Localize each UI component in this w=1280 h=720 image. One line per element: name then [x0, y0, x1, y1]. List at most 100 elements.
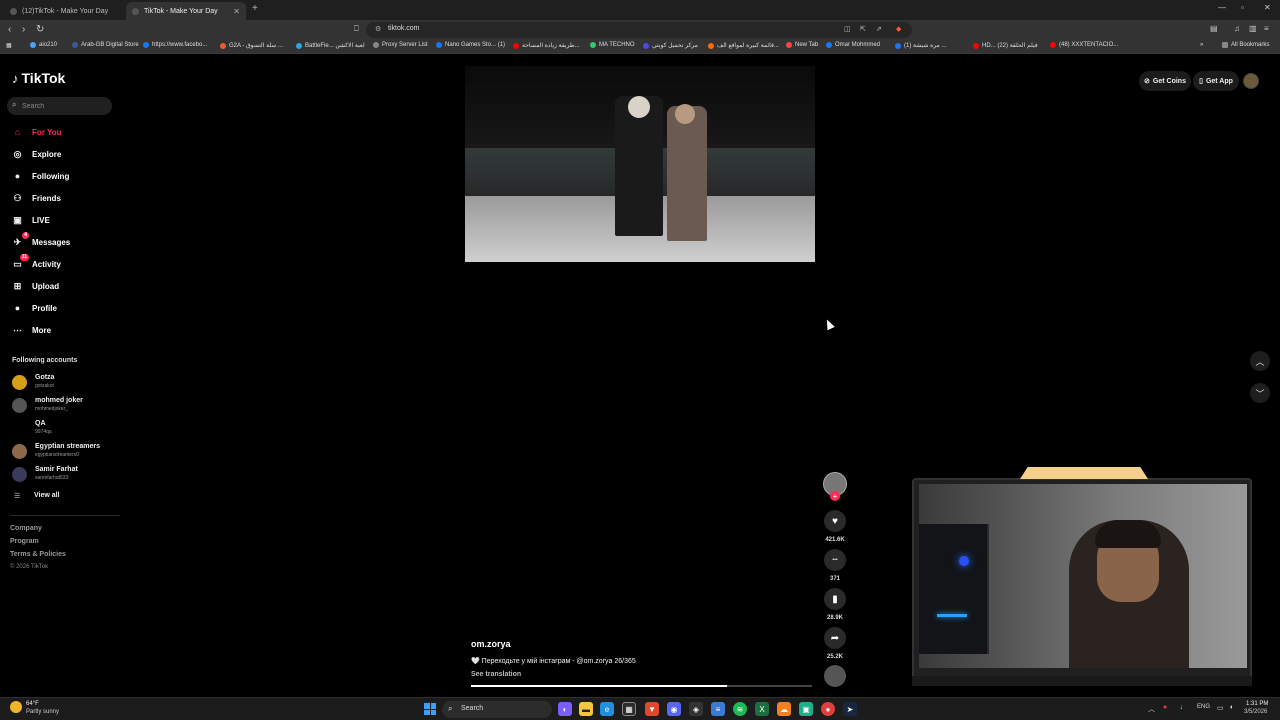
browser-tab[interactable]: (12)TikTok - Make Your Day: [4, 2, 124, 20]
browser-tab-active[interactable]: TikTok - Make Your Day ✕: [126, 2, 246, 20]
see-translation-link[interactable]: See translation: [471, 671, 521, 678]
reload-icon[interactable]: ↻: [36, 24, 44, 35]
copilot-icon[interactable]: ◐: [558, 702, 572, 716]
following-account[interactable]: QA 9974qa: [12, 418, 122, 438]
menu-icon[interactable]: ≡: [1264, 24, 1269, 33]
store-icon[interactable]: ▦: [622, 702, 636, 716]
forward-icon[interactable]: ›: [22, 24, 25, 35]
share-button[interactable]: ➦: [824, 627, 846, 649]
next-video-button[interactable]: ﹀: [1250, 383, 1270, 403]
sidebar-item-explore[interactable]: ◎ Explore: [11, 146, 62, 162]
brave-shield-icon[interactable]: ◆: [896, 25, 901, 33]
close-tab-icon[interactable]: ✕: [233, 7, 240, 16]
bookmark-item[interactable]: Omar Mohmmed: [826, 42, 880, 48]
close-window-icon[interactable]: ✕: [1264, 3, 1271, 12]
previous-video-button[interactable]: ︿: [1250, 351, 1270, 371]
bookmark-item[interactable]: New Tab: [786, 42, 818, 48]
get-app-button[interactable]: ▯ Get App: [1193, 71, 1239, 91]
brave-icon[interactable]: ▼: [645, 702, 659, 716]
maximize-icon[interactable]: ▫: [1241, 3, 1244, 12]
steam-icon[interactable]: ➤: [843, 702, 857, 716]
following-account[interactable]: mohmed joker mohmedjoker_: [12, 395, 122, 415]
all-bookmarks[interactable]: All Bookmarks: [1222, 42, 1269, 48]
excel-icon[interactable]: X: [755, 702, 769, 716]
weather-temperature[interactable]: 64°F: [26, 701, 39, 707]
weather-description[interactable]: Partly sunny: [26, 709, 59, 715]
taskbar-search[interactable]: ⌕ Search: [442, 701, 552, 718]
cloudflare-icon[interactable]: ☁: [777, 702, 791, 716]
sidebar-item-friends[interactable]: ⚇ Friends: [11, 190, 60, 206]
footer-company[interactable]: Company: [10, 525, 42, 532]
bookmark-page-icon[interactable]: ⎕: [354, 24, 359, 34]
bookmark-item[interactable]: aio210: [30, 42, 57, 48]
spotify-icon[interactable]: ≋: [733, 702, 747, 716]
site-info-icon[interactable]: ⚙: [375, 25, 381, 33]
media-control-icon[interactable]: ♫: [1234, 24, 1240, 33]
bookmark-item[interactable]: قائمة كبيرة لمواقع الف...: [708, 42, 779, 49]
search-box[interactable]: ⌕: [7, 97, 112, 115]
video-player[interactable]: [465, 66, 815, 262]
tiktok-logo[interactable]: ♪ TikTok: [12, 70, 65, 86]
edge-icon[interactable]: e: [600, 702, 614, 716]
view-all-link[interactable]: View all: [34, 492, 60, 499]
discord-icon[interactable]: ◉: [667, 702, 681, 716]
comment-button[interactable]: •••: [824, 549, 846, 571]
following-account[interactable]: Egyptian streamers egyptianstreamers0: [12, 441, 122, 461]
windows-start-icon[interactable]: [424, 703, 436, 715]
bookmark-item[interactable]: HD... فيلم الحلقة (22): [973, 42, 1038, 49]
url-text[interactable]: tiktok.com: [388, 25, 420, 32]
app-icon[interactable]: ◈: [689, 702, 703, 716]
like-button[interactable]: ♥: [824, 510, 846, 532]
clock-time[interactable]: 1:31 PM: [1246, 701, 1268, 707]
weather-sun-icon[interactable]: [10, 701, 22, 713]
video-progress-bar[interactable]: [471, 685, 812, 687]
search-input[interactable]: [22, 99, 107, 113]
sidebar-item-profile[interactable]: ● Profile: [11, 300, 57, 316]
open-external-icon[interactable]: ⇱: [860, 25, 866, 33]
footer-program[interactable]: Program: [10, 538, 39, 545]
bookmark-item[interactable]: BattleFie... لعبة الاكشن: [296, 42, 365, 49]
apps-grid-icon[interactable]: ▦: [6, 42, 12, 49]
display-icon[interactable]: ▭: [1217, 704, 1224, 712]
following-account[interactable]: Gotza gotzakot: [12, 372, 122, 392]
user-avatar[interactable]: [1243, 73, 1259, 89]
following-account[interactable]: Samir Farhat samirfarhat533: [12, 464, 122, 484]
tray-overflow-icon[interactable]: ︿: [1148, 704, 1155, 714]
media-icon[interactable]: ◫: [844, 25, 851, 33]
speaker-icon[interactable]: ◖: [1229, 704, 1233, 711]
file-explorer-icon[interactable]: ▬: [579, 702, 593, 716]
get-coins-button[interactable]: ⊘ Get Coins: [1139, 71, 1191, 91]
sidebar-toggle-icon[interactable]: ▤: [1210, 24, 1218, 33]
address-bar[interactable]: ⚙ tiktok.com ◫ ⇱ ⇗ ◆: [366, 22, 912, 38]
tray-app-icon[interactable]: ●: [1163, 704, 1167, 711]
bookmark-item[interactable]: مركز تحميل كوبتي: [643, 42, 698, 49]
save-button[interactable]: ▮: [824, 588, 846, 610]
bookmark-item[interactable]: https://www.facebo...: [143, 42, 207, 48]
minimize-icon[interactable]: —: [1218, 3, 1226, 12]
docs-icon[interactable]: ≡: [711, 702, 725, 716]
app-green-icon[interactable]: ▣: [799, 702, 813, 716]
back-icon[interactable]: ‹: [8, 24, 11, 35]
bookmark-item[interactable]: Proxy Server List: [373, 42, 428, 48]
sidebar-item-for-you[interactable]: ⌂ For You: [11, 124, 62, 140]
new-tab-button[interactable]: +: [252, 3, 258, 14]
sidebar-item-upload[interactable]: ⊞ Upload: [11, 278, 59, 294]
bookmark-item[interactable]: MA TECHNO: [590, 42, 635, 48]
language-indicator[interactable]: ENG: [1197, 704, 1210, 710]
clock-date[interactable]: 3/5/2026: [1244, 709, 1267, 715]
bookmark-item[interactable]: G2A - سلة التسوق ...: [220, 42, 283, 49]
share-page-icon[interactable]: ⇗: [876, 25, 882, 33]
sidebar-item-more[interactable]: ⋯ More: [11, 322, 51, 338]
bookmark-item[interactable]: (1) مرة شيشة ...: [895, 42, 946, 49]
app-red-icon[interactable]: ●: [821, 702, 835, 716]
follow-plus-icon[interactable]: +: [830, 491, 840, 501]
bookmark-item[interactable]: طريقة زيادة المساحة...: [513, 42, 580, 49]
sidebar-item-activity[interactable]: ▭ 11 Activity: [11, 253, 61, 272]
sidebar-item-following[interactable]: ● Following: [11, 168, 70, 184]
sidebar-item-live[interactable]: ▣ LIVE: [11, 212, 50, 228]
bookmark-item[interactable]: Arab-GB Digital Store: [72, 42, 139, 48]
bookmark-item[interactable]: (48) XXXTENTACIO...: [1050, 42, 1118, 48]
microphone-icon[interactable]: ♩: [1180, 704, 1187, 711]
footer-terms[interactable]: Terms & Policies: [10, 551, 66, 558]
sidebar-item-messages[interactable]: ✈ 4 Messages: [11, 231, 70, 250]
